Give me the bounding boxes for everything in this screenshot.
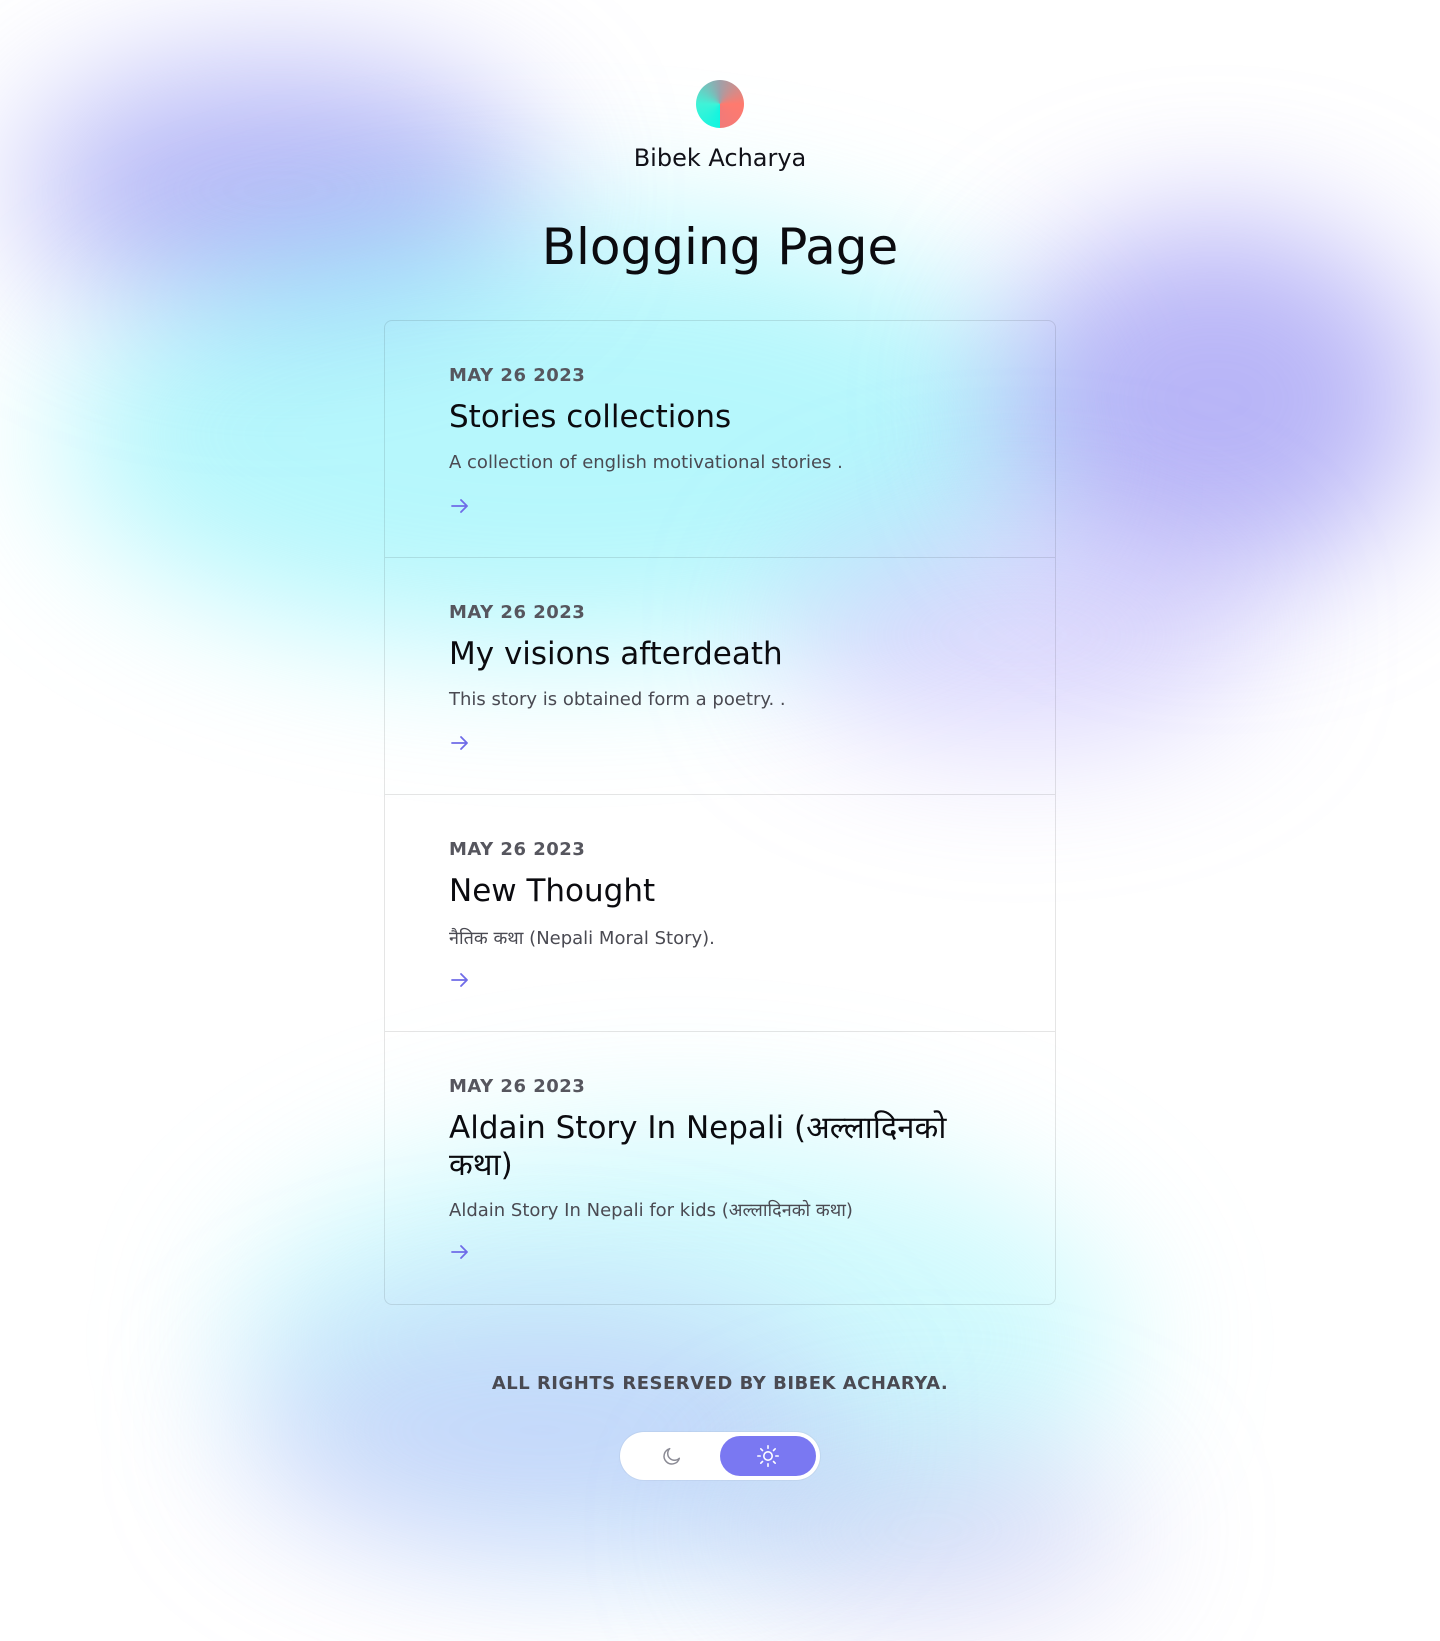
post-date: MAY 26 2023 <box>449 1076 586 1097</box>
post-card[interactable]: MAY 26 2023 My visions afterdeath This s… <box>385 558 1055 795</box>
post-card[interactable]: MAY 26 2023 Stories collections A collec… <box>385 321 1055 558</box>
avatar[interactable] <box>696 80 744 128</box>
post-description: Aldain Story In Nepali for kids (अल्लादि… <box>449 1200 853 1221</box>
arrow-right-icon[interactable] <box>449 732 471 754</box>
post-card[interactable]: MAY 26 2023 Aldain Story In Nepali (अल्ल… <box>385 1032 1055 1304</box>
arrow-right-icon[interactable] <box>449 969 471 991</box>
moon-icon <box>663 1447 681 1465</box>
post-title[interactable]: Aldain Story In Nepali (अल्लादिनको कथा) <box>449 1110 969 1184</box>
post-date: MAY 26 2023 <box>449 839 586 860</box>
post-description: A collection of english motivational sto… <box>449 452 843 473</box>
footer-copyright: ALL RIGHTS RESERVED BY BIBEK ACHARYA. <box>491 1373 949 1394</box>
author-name: Bibek Acharya <box>633 144 807 172</box>
post-description: नैतिक कथा (Nepali Moral Story). <box>449 928 715 949</box>
post-date: MAY 26 2023 <box>449 365 586 386</box>
post-title[interactable]: My visions afterdeath <box>449 636 969 673</box>
arrow-right-icon[interactable] <box>449 1241 471 1263</box>
page: Bibek Acharya Blogging Page MAY 26 2023 … <box>0 0 1440 1641</box>
arrow-right-icon[interactable] <box>449 495 471 517</box>
page-title: Blogging Page <box>541 218 899 276</box>
theme-toggle <box>620 1432 820 1480</box>
light-mode-button[interactable] <box>720 1436 816 1476</box>
sun-icon <box>756 1444 780 1468</box>
post-card[interactable]: MAY 26 2023 New Thought नैतिक कथा (Nepal… <box>385 795 1055 1032</box>
post-description: This story is obtained form a poetry. . <box>449 689 786 710</box>
post-title[interactable]: Stories collections <box>449 399 969 436</box>
post-list: MAY 26 2023 Stories collections A collec… <box>384 320 1056 1305</box>
dark-mode-button[interactable] <box>624 1436 720 1476</box>
post-date: MAY 26 2023 <box>449 602 586 623</box>
post-title[interactable]: New Thought <box>449 873 969 910</box>
